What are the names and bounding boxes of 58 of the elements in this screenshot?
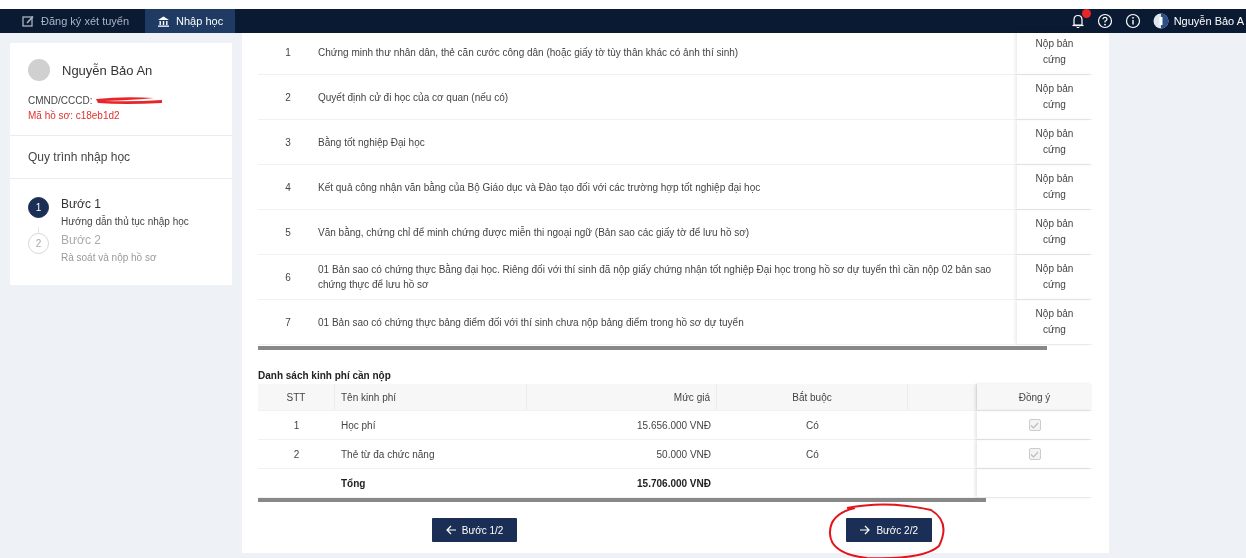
- table-cell-text: Quyết định cử đi học của cơ quan (nếu có): [318, 90, 510, 105]
- table-cell-text: 1: [292, 418, 301, 433]
- table-cell-text: 6: [284, 271, 292, 283]
- arrow-right-icon: [860, 525, 871, 535]
- table-cell-text: 1: [284, 46, 292, 58]
- user-menu[interactable]: Nguyễn Bảo A: [1152, 13, 1244, 29]
- table-cell: Nộp bản cứng: [1017, 210, 1092, 254]
- table-cell-text: Kết quả công nhận văn bằng của Bộ Giáo dục và Đào tạo đối với các trường hợp tốt nghiệp đại học: [318, 180, 762, 195]
- file-code: Mã hồ sơ: c18eb1d2: [28, 110, 121, 121]
- step-button[interactable]: Bước 1/2: [431, 518, 518, 542]
- scrollbar[interactable]: [258, 346, 1047, 350]
- table-cell-text: Có: [805, 418, 820, 433]
- table-cell-text: Có: [805, 447, 820, 462]
- table-cell-text: 01 Bản sao có chứng thực bảng điểm đối với thí sinh chưa nộp bảng điểm trong hồ sơ dự tuyển: [318, 315, 745, 330]
- table-cell-text: 01 Bản sao có chứng thực Bằng đại học. Riêng đối với thí sinh đã nộp giấy chứng nhận tốt nghiệp Đại học trong hồ sơ dự tuyển thì cần nộp 02 bản sao chứng thực để lưu hồ sơ: [318, 262, 993, 292]
- column-header: STT: [258, 384, 335, 410]
- table-cell-text: 15.706.000 VNĐ: [636, 476, 712, 491]
- table-cell-text: Học phí: [340, 418, 377, 433]
- table-cell-text: 2: [284, 91, 292, 103]
- bell-icon: [1070, 13, 1085, 29]
- table-cell-text: Văn bằng, chứng chỉ để minh chứng được miễn thi ngoại ngữ (Bản sao các giấy tờ để lưu hồ sơ): [318, 225, 751, 240]
- table-cell-text: 3: [284, 136, 292, 148]
- avatar-icon: [28, 59, 50, 81]
- info-icon: [1124, 13, 1141, 29]
- column-header: Bắt buộc: [717, 384, 908, 410]
- table-cell: Nộp bản cứng: [1017, 120, 1092, 164]
- table-cell: Nộp bản cứng: [1017, 300, 1092, 344]
- table-cell-text: 5: [284, 226, 292, 238]
- nav-tab[interactable]: Đăng ký xét tuyển: [10, 9, 142, 33]
- help-icon: [1096, 13, 1113, 29]
- column-header: Đồng ý: [977, 384, 1092, 410]
- table-cell: Nộp bản cứng: [1017, 255, 1092, 299]
- table-cell-text: 50.000 VNĐ: [655, 447, 712, 462]
- table-cell-text: Chứng minh thư nhân dân, thẻ căn cước công dân (hoặc giấy tờ tùy thân khác có ảnh thí sinh): [318, 45, 740, 60]
- section-title: Danh sách kinh phí cần nộp: [258, 370, 392, 381]
- table-cell-text: Tổng: [340, 476, 367, 491]
- column-header: Tên kinh phí: [335, 384, 527, 410]
- arrow-left-icon: [445, 525, 456, 535]
- process-step[interactable]: 1 Bước 1 Hướng dẫn thủ tục nhập học: [28, 197, 214, 227]
- scrollbar[interactable]: [258, 498, 986, 502]
- table-cell: Nộp bản cứng: [1017, 75, 1092, 119]
- process-title: Quy trình nhập học: [28, 150, 131, 164]
- table-cell-text: 2: [292, 447, 301, 462]
- table-cell-text: 15.656.000 VNĐ: [636, 418, 712, 433]
- profile-name: Nguyễn Bảo An: [62, 62, 153, 78]
- table-cell-text: Bằng tốt nghiệp Đại học: [318, 135, 426, 150]
- table-cell: Nộp bản cứng: [1017, 165, 1092, 209]
- id-label: CMND/CCCD:: [28, 95, 93, 106]
- table-cell-text: 7: [284, 316, 292, 328]
- edit-icon: [22, 14, 35, 28]
- table-cell-text: 4: [284, 181, 292, 193]
- step-button[interactable]: Bước 2/2: [846, 518, 932, 542]
- user-avatar-icon: [1152, 13, 1169, 29]
- table-cell-text: Thẻ từ đa chức năng: [340, 447, 436, 462]
- table-cell: Nộp bản cứng: [1017, 30, 1092, 74]
- bank-icon: [157, 14, 171, 28]
- column-header: Mức giá: [527, 384, 717, 410]
- nav-tab[interactable]: Nhập học: [145, 9, 236, 33]
